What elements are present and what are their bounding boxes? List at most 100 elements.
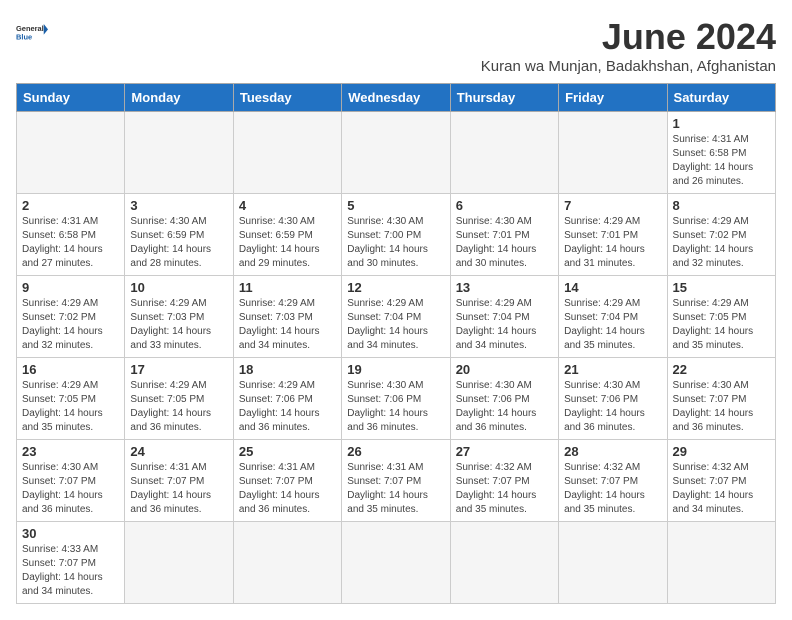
calendar-cell — [342, 522, 450, 604]
day-number: 28 — [564, 444, 661, 459]
day-number: 26 — [347, 444, 444, 459]
day-info: Sunrise: 4:32 AM Sunset: 7:07 PM Dayligh… — [673, 461, 770, 517]
day-info: Sunrise: 4:29 AM Sunset: 7:03 PM Dayligh… — [239, 297, 336, 353]
week-row-5: 23Sunrise: 4:30 AM Sunset: 7:07 PM Dayli… — [17, 440, 776, 522]
calendar-cell — [342, 112, 450, 194]
calendar-cell: 2 Sunrise: 4:31 AM Sunset: 6:58 PM Daylig… — [17, 194, 125, 276]
day-info: Sunrise: 4:31 AM Sunset: 6:58 PM Dayligh… — [22, 215, 119, 271]
calendar-cell — [233, 522, 341, 604]
calendar-cell: 18 Sunrise: 4:29 AM Sunset: 7:06 PM Dayli… — [233, 358, 341, 440]
calendar-table: SundayMondayTuesdayWednesdayThursdayFrid… — [16, 83, 776, 604]
weekday-header-tuesday: Tuesday — [233, 84, 341, 112]
week-row-3: 9 Sunrise: 4:29 AM Sunset: 7:02 PM Daylig… — [17, 276, 776, 358]
day-number: 19 — [347, 362, 444, 377]
day-info: Sunrise: 4:29 AM Sunset: 7:05 PM Dayligh… — [673, 297, 770, 353]
weekday-header-row: SundayMondayTuesdayWednesdayThursdayFrid… — [17, 84, 776, 112]
title-section: June 2024 Kuran wa Munjan, Badakhshan, A… — [481, 16, 776, 75]
weekday-header-monday: Monday — [125, 84, 233, 112]
day-number: 9 — [22, 280, 119, 295]
day-number: 17 — [130, 362, 227, 377]
calendar-cell — [450, 112, 558, 194]
svg-text:Blue: Blue — [16, 32, 32, 41]
calendar-cell — [125, 112, 233, 194]
calendar-cell: 5 Sunrise: 4:30 AM Sunset: 7:00 PM Daylig… — [342, 194, 450, 276]
weekday-header-thursday: Thursday — [450, 84, 558, 112]
day-info: Sunrise: 4:32 AM Sunset: 7:07 PM Dayligh… — [564, 461, 661, 517]
subtitle: Kuran wa Munjan, Badakhshan, Afghanistan — [481, 58, 776, 75]
calendar-cell: 13 Sunrise: 4:29 AM Sunset: 7:04 PM Dayli… — [450, 276, 558, 358]
day-number: 25 — [239, 444, 336, 459]
day-info: Sunrise: 4:29 AM Sunset: 7:05 PM Dayligh… — [130, 379, 227, 435]
calendar-cell: 17 Sunrise: 4:29 AM Sunset: 7:05 PM Dayli… — [125, 358, 233, 440]
calendar-cell: 30 Sunrise: 4:33 AM Sunset: 7:07 PM Dayli… — [17, 522, 125, 604]
calendar-cell: 7Sunrise: 4:29 AM Sunset: 7:01 PM Daylig… — [559, 194, 667, 276]
day-number: 1 — [673, 116, 770, 131]
day-number: 16 — [22, 362, 119, 377]
day-number: 12 — [347, 280, 444, 295]
calendar-cell: 21 Sunrise: 4:30 AM Sunset: 7:06 PM Dayli… — [559, 358, 667, 440]
day-info: Sunrise: 4:30 AM Sunset: 7:06 PM Dayligh… — [347, 379, 444, 435]
day-number: 15 — [673, 280, 770, 295]
day-number: 2 — [22, 198, 119, 213]
day-info: Sunrise: 4:30 AM Sunset: 6:59 PM Dayligh… — [130, 215, 227, 271]
week-row-6: 30 Sunrise: 4:33 AM Sunset: 7:07 PM Dayli… — [17, 522, 776, 604]
day-info: Sunrise: 4:31 AM Sunset: 6:58 PM Dayligh… — [673, 133, 770, 189]
calendar-cell: 10Sunrise: 4:29 AM Sunset: 7:03 PM Dayli… — [125, 276, 233, 358]
day-number: 14 — [564, 280, 661, 295]
calendar-cell — [233, 112, 341, 194]
week-row-4: 16 Sunrise: 4:29 AM Sunset: 7:05 PM Dayli… — [17, 358, 776, 440]
day-info: Sunrise: 4:29 AM Sunset: 7:05 PM Dayligh… — [22, 379, 119, 435]
day-info: Sunrise: 4:30 AM Sunset: 7:06 PM Dayligh… — [564, 379, 661, 435]
calendar-cell: 11Sunrise: 4:29 AM Sunset: 7:03 PM Dayli… — [233, 276, 341, 358]
weekday-header-wednesday: Wednesday — [342, 84, 450, 112]
calendar-cell: 28 Sunrise: 4:32 AM Sunset: 7:07 PM Dayli… — [559, 440, 667, 522]
day-number: 13 — [456, 280, 553, 295]
calendar-cell: 16 Sunrise: 4:29 AM Sunset: 7:05 PM Dayli… — [17, 358, 125, 440]
day-info: Sunrise: 4:29 AM Sunset: 7:02 PM Dayligh… — [22, 297, 119, 353]
calendar-cell: 9 Sunrise: 4:29 AM Sunset: 7:02 PM Daylig… — [17, 276, 125, 358]
day-number: 30 — [22, 526, 119, 541]
day-info: Sunrise: 4:31 AM Sunset: 7:07 PM Dayligh… — [130, 461, 227, 517]
day-number: 24 — [130, 444, 227, 459]
day-number: 5 — [347, 198, 444, 213]
calendar-cell: 22Sunrise: 4:30 AM Sunset: 7:07 PM Dayli… — [667, 358, 775, 440]
day-info: Sunrise: 4:29 AM Sunset: 7:04 PM Dayligh… — [347, 297, 444, 353]
day-info: Sunrise: 4:29 AM Sunset: 7:06 PM Dayligh… — [239, 379, 336, 435]
day-info: Sunrise: 4:30 AM Sunset: 6:59 PM Dayligh… — [239, 215, 336, 271]
weekday-header-saturday: Saturday — [667, 84, 775, 112]
calendar-cell — [450, 522, 558, 604]
calendar-cell — [559, 112, 667, 194]
day-info: Sunrise: 4:31 AM Sunset: 7:07 PM Dayligh… — [239, 461, 336, 517]
calendar-cell: 19 Sunrise: 4:30 AM Sunset: 7:06 PM Dayli… — [342, 358, 450, 440]
calendar-cell: 3 Sunrise: 4:30 AM Sunset: 6:59 PM Daylig… — [125, 194, 233, 276]
calendar-cell: 12 Sunrise: 4:29 AM Sunset: 7:04 PM Dayli… — [342, 276, 450, 358]
svg-text:General: General — [16, 24, 44, 33]
weekday-header-friday: Friday — [559, 84, 667, 112]
day-info: Sunrise: 4:29 AM Sunset: 7:01 PM Dayligh… — [564, 215, 661, 271]
day-info: Sunrise: 4:30 AM Sunset: 7:07 PM Dayligh… — [673, 379, 770, 435]
calendar-cell: 14 Sunrise: 4:29 AM Sunset: 7:04 PM Dayli… — [559, 276, 667, 358]
week-row-2: 2 Sunrise: 4:31 AM Sunset: 6:58 PM Daylig… — [17, 194, 776, 276]
day-info: Sunrise: 4:29 AM Sunset: 7:04 PM Dayligh… — [564, 297, 661, 353]
day-number: 18 — [239, 362, 336, 377]
day-info: Sunrise: 4:30 AM Sunset: 7:06 PM Dayligh… — [456, 379, 553, 435]
day-number: 3 — [130, 198, 227, 213]
day-info: Sunrise: 4:31 AM Sunset: 7:07 PM Dayligh… — [347, 461, 444, 517]
day-number: 10 — [130, 280, 227, 295]
calendar-cell: 25 Sunrise: 4:31 AM Sunset: 7:07 PM Dayli… — [233, 440, 341, 522]
calendar-cell: 4 Sunrise: 4:30 AM Sunset: 6:59 PM Daylig… — [233, 194, 341, 276]
calendar-cell: 1 Sunrise: 4:31 AM Sunset: 6:58 PM Daylig… — [667, 112, 775, 194]
day-info: Sunrise: 4:33 AM Sunset: 7:07 PM Dayligh… — [22, 543, 119, 599]
month-title: June 2024 — [481, 16, 776, 58]
day-number: 21 — [564, 362, 661, 377]
day-info: Sunrise: 4:30 AM Sunset: 7:01 PM Dayligh… — [456, 215, 553, 271]
day-number: 6 — [456, 198, 553, 213]
day-number: 8 — [673, 198, 770, 213]
day-number: 23 — [22, 444, 119, 459]
calendar-cell: 23Sunrise: 4:30 AM Sunset: 7:07 PM Dayli… — [17, 440, 125, 522]
day-info: Sunrise: 4:30 AM Sunset: 7:00 PM Dayligh… — [347, 215, 444, 271]
day-info: Sunrise: 4:29 AM Sunset: 7:04 PM Dayligh… — [456, 297, 553, 353]
day-number: 4 — [239, 198, 336, 213]
day-number: 20 — [456, 362, 553, 377]
calendar-cell — [667, 522, 775, 604]
